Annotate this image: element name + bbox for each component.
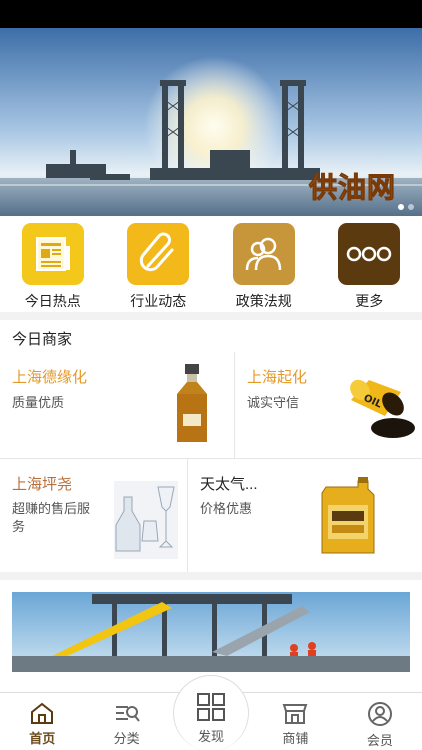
newspaper-icon (21, 223, 84, 285)
promo-banner[interactable] (12, 592, 410, 672)
quick-nav-label: 今日热点 (24, 293, 81, 309)
merchants-section: 今日商家 上海德缘化 质量优质 上海起化 诚实守信 OIL 上海坪尧 超赚的售后… (0, 320, 422, 572)
carousel-dots (398, 204, 414, 210)
tab-label: 分类 (113, 731, 140, 746)
merchant-desc: 诚实守信 (247, 395, 300, 410)
carousel-dot[interactable] (408, 204, 414, 210)
tab-shop[interactable]: 商铺 (253, 693, 337, 750)
oil-barrel-image: OIL (350, 379, 415, 438)
quick-nav: 今日热点 行业动态 政策法规 更多 (0, 216, 422, 312)
offshore-platform-image (12, 592, 410, 672)
grid-icon (197, 693, 226, 721)
carousel-dot[interactable] (398, 204, 404, 210)
merchant-card[interactable]: 上海德缘化 质量优质 (0, 352, 234, 458)
status-bar (0, 0, 422, 28)
paperclip-icon (127, 223, 190, 285)
merchant-name: 上海坪尧 (12, 476, 73, 493)
tab-category[interactable]: 分类 (84, 693, 168, 750)
merchant-desc: 超赚的售后服务 (12, 501, 91, 534)
section-title: 今日商家 (12, 331, 73, 348)
merchant-name: 上海起化 (247, 369, 308, 386)
more-icon (338, 223, 401, 285)
home-icon (31, 702, 54, 724)
merchant-card[interactable]: 上海坪尧 超赚的售后服务 (0, 459, 187, 572)
oil-bottle-image (177, 364, 207, 442)
merchant-desc: 价格优惠 (200, 501, 253, 516)
banner-carousel[interactable]: 供油网 (0, 28, 422, 216)
bottom-tab-bar: 首页 分类 发现 商铺 会员 (0, 675, 422, 750)
quick-nav-label: 行业动态 (130, 293, 187, 309)
merchant-name: 上海德缘化 (12, 369, 88, 386)
tab-discover[interactable]: 发现 (169, 675, 253, 750)
quick-nav-item-hot[interactable]: 今日热点 (0, 216, 106, 312)
shop-icon (283, 704, 308, 724)
quick-nav-label: 更多 (355, 293, 384, 309)
merchant-card[interactable]: 上海起化 诚实守信 OIL (235, 352, 422, 458)
tab-member[interactable]: 会员 (338, 693, 422, 750)
category-icon (115, 706, 140, 722)
tab-label: 会员 (366, 733, 393, 748)
quick-nav-label: 政策法规 (235, 293, 292, 309)
tab-label: 发现 (198, 729, 225, 744)
tab-label: 首页 (29, 731, 56, 746)
quick-nav-item-industry[interactable]: 行业动态 (106, 216, 212, 312)
glassware-image (114, 481, 178, 559)
quick-nav-item-policy[interactable]: 政策法规 (211, 216, 317, 312)
merchant-name: 天太气... (200, 476, 258, 493)
banner-logo-text: 供油网 (308, 171, 396, 205)
quick-nav-item-more[interactable]: 更多 (317, 216, 422, 312)
tab-home[interactable]: 首页 (0, 693, 84, 750)
oil-can-image (321, 477, 375, 554)
merchant-card[interactable]: 天太气... 价格优惠 (188, 459, 422, 572)
tab-label: 商铺 (282, 731, 309, 746)
member-icon (367, 702, 392, 726)
users-icon (232, 223, 295, 285)
merchant-desc: 质量优质 (12, 395, 65, 410)
